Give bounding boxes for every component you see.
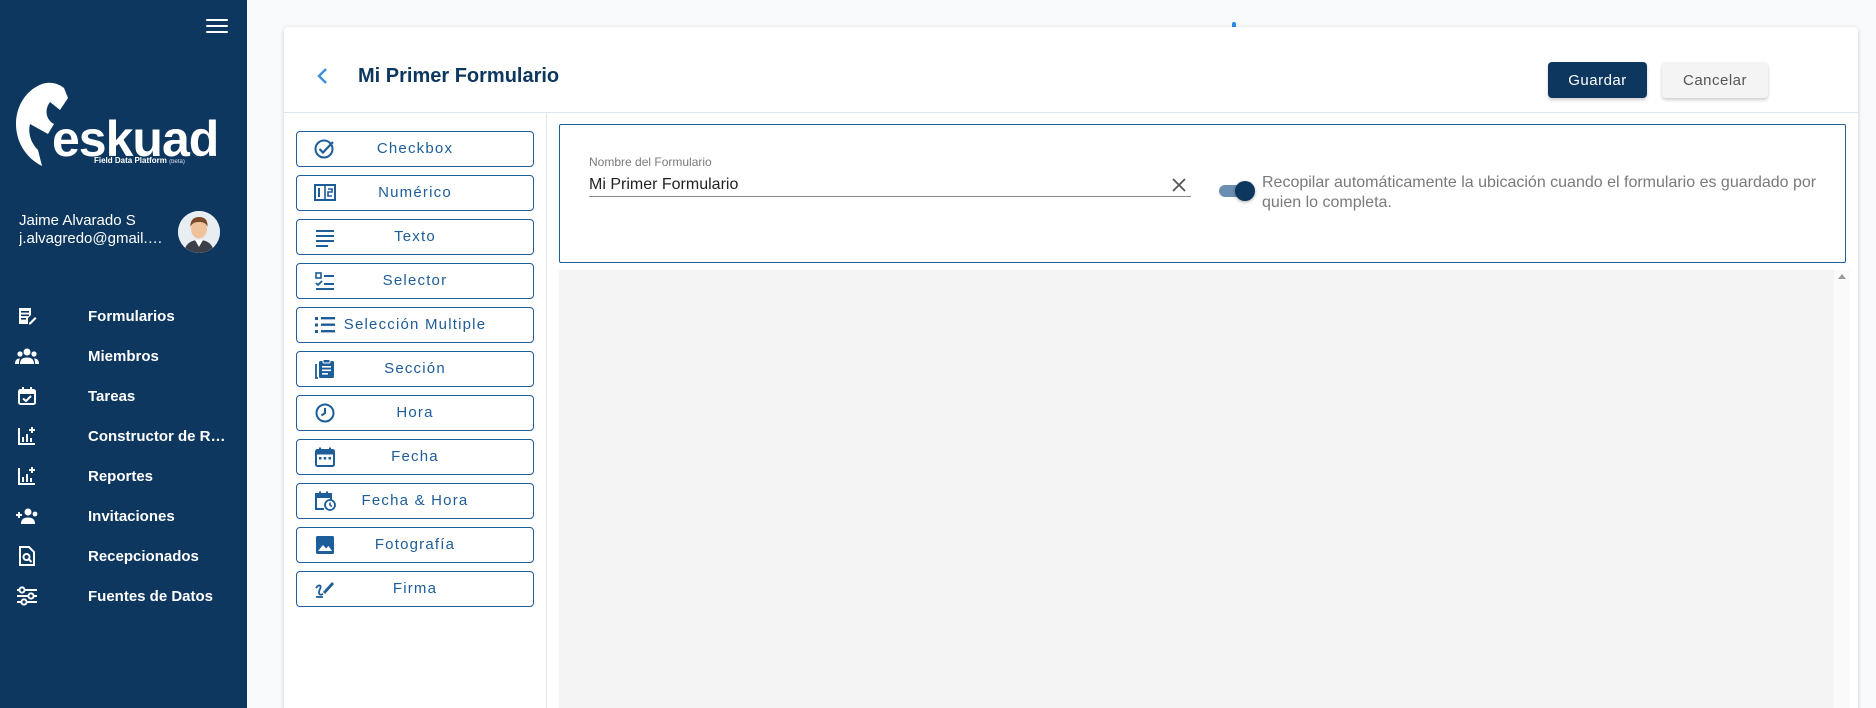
palette-item-label: Fecha: [391, 448, 439, 465]
form-name-label: Nombre del Formulario: [589, 155, 712, 169]
add-datetime-button[interactable]: Fecha & Hora: [296, 483, 534, 519]
scroll-up-arrow-icon[interactable]: [1838, 274, 1846, 279]
form-header: Mi Primer Formulario Guardar Cancelar: [284, 27, 1858, 113]
back-arrow-icon[interactable]: [314, 67, 332, 85]
avatar[interactable]: [178, 211, 220, 253]
add-text-button[interactable]: Texto: [296, 219, 534, 255]
settings-sliders-icon: [14, 585, 40, 607]
sidebar-item-formularios[interactable]: Formularios: [0, 296, 247, 336]
tagline-text: Field Data Platform: [94, 156, 167, 165]
add-date-button[interactable]: Fecha: [296, 439, 534, 475]
sidebar-item-label: Invitaciones: [88, 507, 175, 525]
user-email: j.alvagredo@gmail.com: [19, 230, 167, 247]
palette-item-label: Selección Multiple: [343, 316, 487, 333]
add-time-button[interactable]: Hora: [296, 395, 534, 431]
add-section-button[interactable]: Sección: [296, 351, 534, 387]
sidebar-item-label: Fuentes de Datos: [88, 587, 214, 605]
scrollbar[interactable]: [1834, 270, 1850, 708]
form-builder-card: Mi Primer Formulario Guardar Cancelar Ch…: [284, 27, 1858, 708]
page-title: Mi Primer Formulario: [358, 65, 560, 87]
toggle-knob: [1235, 181, 1255, 201]
sidebar-item-miembros[interactable]: Miembros: [0, 336, 247, 376]
sidebar-item-label: Recepcionados: [88, 547, 199, 565]
palette-item-label: Texto: [394, 228, 436, 245]
location-toggle[interactable]: [1217, 181, 1255, 201]
menu-icon[interactable]: [206, 19, 228, 37]
add-multiple-selection-button[interactable]: Selección Multiple: [296, 307, 534, 343]
group-icon: [14, 345, 40, 367]
form-name-input[interactable]: [589, 173, 1191, 197]
save-button[interactable]: Guardar: [1548, 62, 1647, 98]
add-numeric-button[interactable]: Numérico: [296, 175, 534, 211]
palette-item-label: Hora: [396, 404, 434, 421]
sidebar-item-constructor-reportes[interactable]: Constructor de Reportes: [0, 416, 247, 456]
clear-icon[interactable]: [1169, 175, 1189, 195]
form-fields-area: [559, 270, 1850, 708]
sidebar-item-reportes[interactable]: Reportes: [0, 456, 247, 496]
sidebar-item-label: Miembros: [88, 347, 159, 365]
form-edit-icon: [14, 305, 40, 327]
calendar-check-icon: [14, 385, 40, 407]
sidebar-item-recepcionados[interactable]: Recepcionados: [0, 536, 247, 576]
palette-item-label: Selector: [382, 272, 448, 289]
sidebar-item-label: Reportes: [88, 467, 154, 485]
beta-badge: (beta): [169, 159, 185, 165]
palette-item-label: Fecha & Hora: [361, 492, 469, 509]
add-selector-button[interactable]: Selector: [296, 263, 534, 299]
person-add-icon: [14, 505, 40, 527]
sidebar-item-invitaciones[interactable]: Invitaciones: [0, 496, 247, 536]
palette-item-label: Firma: [392, 580, 438, 597]
chart-add-icon: [14, 465, 40, 487]
location-toggle-label: Recopilar automáticamente la ubicación c…: [1262, 174, 1817, 211]
sidebar-nav: Formularios Miembros Tareas Constructor …: [0, 296, 247, 616]
palette-item-label: Numérico: [378, 184, 452, 201]
user-avatar-icon: [178, 211, 220, 253]
sidebar-item-fuentes-datos[interactable]: Fuentes de Datos: [0, 576, 247, 616]
add-photo-button[interactable]: Fotografía: [296, 527, 534, 563]
sidebar: eskuad Field Data Platform (beta) Jaime …: [0, 0, 247, 708]
chart-add-icon: [14, 425, 40, 447]
brand-tagline: Field Data Platform (beta): [94, 156, 185, 165]
add-checkbox-button[interactable]: Checkbox: [296, 131, 534, 167]
palette-item-label: Checkbox: [376, 140, 454, 157]
field-palette: Checkbox Numérico Texto Selector Selecci…: [284, 113, 547, 708]
sidebar-item-tareas[interactable]: Tareas: [0, 376, 247, 416]
palette-item-label: Fotografía: [374, 536, 456, 553]
eskuad-logo: eskuad Field Data Platform (beta): [12, 80, 227, 175]
sidebar-item-label: Tareas: [88, 387, 136, 405]
cancel-button[interactable]: Cancelar: [1662, 62, 1768, 98]
form-settings-panel: Nombre del Formulario Recopilar automáti…: [559, 124, 1846, 263]
add-signature-button[interactable]: Firma: [296, 571, 534, 607]
sidebar-item-label: Constructor de Reportes: [88, 427, 228, 445]
document-search-icon: [14, 545, 40, 567]
palette-item-label: Sección: [384, 360, 446, 377]
sidebar-item-label: Formularios: [88, 307, 175, 325]
